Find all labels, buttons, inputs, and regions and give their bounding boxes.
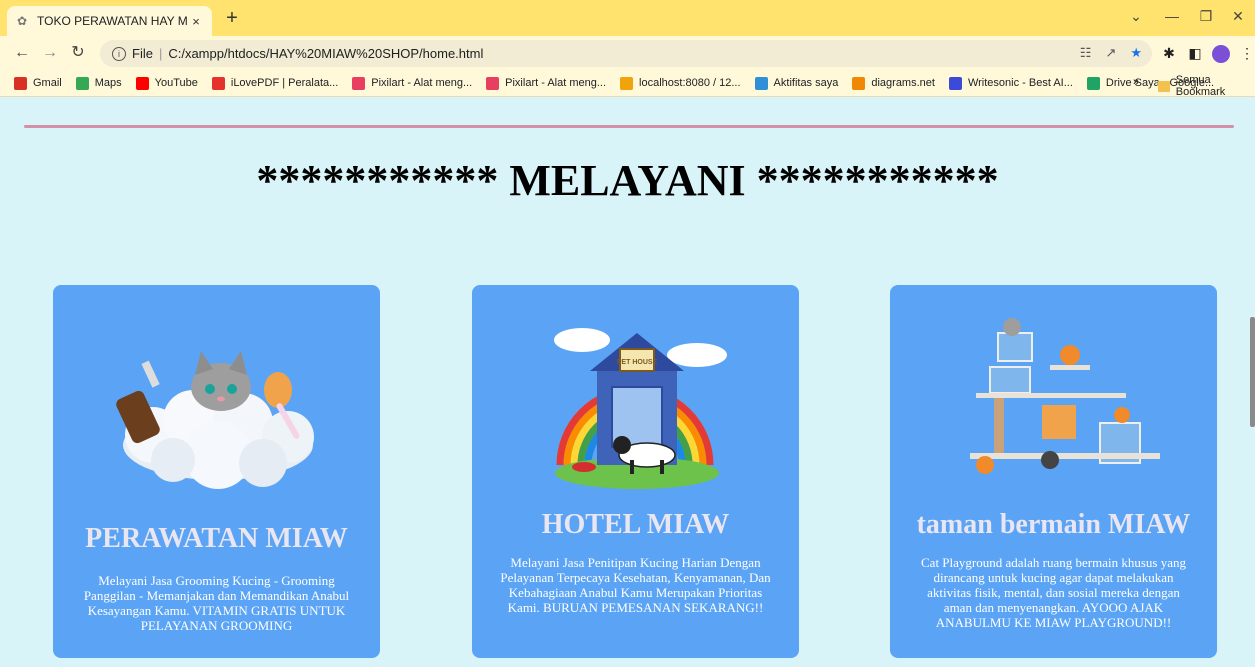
- browser-tab[interactable]: ✿ TOKO PERAWATAN HAY MIAW... ×: [7, 6, 212, 36]
- bookmark-item[interactable]: localhost:8080 / 12...: [620, 76, 741, 90]
- side-panel-icon[interactable]: ◧: [1186, 45, 1204, 62]
- back-arrow-icon[interactable]: ←: [12, 44, 32, 62]
- bookmark-item[interactable]: Aktifitas saya: [754, 76, 839, 90]
- bookmark-label: Maps: [94, 77, 122, 89]
- bookmark-favicon-icon: [620, 76, 634, 90]
- service-card-hotel: PET HOUSE HOTEL MIAW Melayani Jasa Penit…: [472, 285, 799, 658]
- url-text: C:/xampp/htdocs/HAY%20MIAW%20SHOP/home.h…: [168, 46, 484, 61]
- bookmark-label: Gmail: [33, 77, 62, 89]
- url-scheme: File: [132, 46, 153, 61]
- section-heading: *********** MELAYANI ***********: [256, 156, 999, 205]
- folder-icon: [1158, 80, 1170, 92]
- bookmark-favicon-icon: [14, 76, 27, 90]
- bookmark-favicon-icon: [852, 76, 866, 90]
- menu-kebab-icon[interactable]: ⋮: [1238, 45, 1255, 62]
- cat-tree-illustration: [970, 318, 1160, 474]
- bookmark-item[interactable]: YouTube: [135, 76, 198, 90]
- bookmark-item[interactable]: iLovePDF | Peralata...: [211, 76, 339, 90]
- card-description: Cat Playground adalah ruang bermain khus…: [921, 555, 1186, 630]
- bookmark-item[interactable]: diagrams.net: [852, 76, 935, 90]
- bookmark-favicon-icon: [754, 76, 768, 90]
- cat-favicon-icon: ✿: [16, 14, 28, 28]
- bookmark-item[interactable]: Gmail: [14, 76, 62, 90]
- card-description: Melayani Jasa Grooming Kucing - Grooming…: [83, 573, 350, 633]
- bookmark-label: Pixilart - Alat meng...: [371, 77, 473, 89]
- forward-arrow-icon[interactable]: →: [40, 44, 60, 62]
- bookmark-favicon-icon: [352, 76, 366, 90]
- kitten-icon: [191, 351, 251, 411]
- bookmark-label: Aktifitas saya: [773, 77, 839, 89]
- grooming-illustration: [116, 351, 314, 489]
- scrollbar-thumb[interactable]: [1250, 317, 1255, 427]
- bookmark-label: iLovePDF | Peralata...: [230, 77, 339, 89]
- card-title: taman bermain MIAW: [916, 509, 1191, 540]
- bookmark-favicon-icon: [211, 76, 225, 90]
- food-bowl-icon: [572, 462, 596, 472]
- card-title: HOTEL MIAW: [541, 509, 730, 540]
- chevron-down-icon[interactable]: ⌄: [1124, 8, 1148, 25]
- bookmark-favicon-icon: [135, 76, 149, 90]
- pet-house-sign: PET HOUSE: [617, 359, 658, 366]
- bookmarks-bar: Gmail Maps YouTube iLovePDF | Peralata... Pi…: [0, 70, 1255, 97]
- bookmark-item[interactable]: Pixilart - Alat meng...: [486, 76, 607, 90]
- bookmark-favicon-icon: [486, 76, 500, 90]
- reload-icon[interactable]: ↻: [68, 44, 88, 62]
- bookmark-item[interactable]: Writesonic - Best AI...: [948, 76, 1073, 90]
- bookmark-label: diagrams.net: [871, 77, 935, 89]
- omnibox-actions: ☷ ↗ ★: [1080, 45, 1142, 61]
- card-title: PERAWATAN MIAW: [85, 523, 348, 554]
- bookmark-item[interactable]: Maps: [75, 76, 122, 90]
- bookmark-item[interactable]: Pixilart - Alat meng...: [352, 76, 473, 90]
- profile-avatar[interactable]: [1212, 45, 1230, 63]
- bookmark-label: YouTube: [154, 77, 198, 89]
- divider-line: [24, 125, 1234, 128]
- bookmarks-overflow-button[interactable]: »: [1133, 76, 1139, 88]
- tab-title: TOKO PERAWATAN HAY MIAW...: [37, 14, 188, 28]
- info-icon[interactable]: i: [112, 46, 126, 61]
- card-description: Melayani Jasa Penitipan Kucing Harian De…: [500, 555, 771, 615]
- extensions-puzzle-icon[interactable]: ✱: [1160, 45, 1178, 62]
- bookmark-label: localhost:8080 / 12...: [639, 77, 741, 89]
- bookmark-favicon-icon: [1086, 76, 1100, 90]
- restore-icon[interactable]: ❐: [1194, 8, 1218, 25]
- browser-toolbar: ← → ↻ i File | C:/xampp/htdocs/HAY%20MIA…: [0, 36, 1255, 70]
- new-tab-button[interactable]: +: [220, 8, 244, 30]
- bookmark-favicon-icon: [948, 76, 962, 90]
- service-card-grooming: PERAWATAN MIAW Melayani Jasa Grooming Ku…: [53, 285, 380, 658]
- page-content: *********** MELAYANI *********** PERAWAT…: [0, 97, 1255, 667]
- tab-strip: ✿ TOKO PERAWATAN HAY MIAW... × + ⌄ — ❐ ✕: [0, 0, 1255, 36]
- url-separator: |: [158, 46, 163, 61]
- bookmark-star-icon[interactable]: ★: [1130, 45, 1142, 61]
- all-bookmarks-label: Semua Bookmark: [1175, 74, 1226, 98]
- minimize-icon[interactable]: —: [1160, 8, 1184, 24]
- bookmark-favicon-icon: [75, 76, 89, 90]
- tab-close-icon[interactable]: ×: [188, 14, 204, 29]
- share-icon[interactable]: ↗: [1105, 45, 1116, 61]
- service-card-playground: taman bermain MIAW Cat Playground adalah…: [890, 285, 1217, 658]
- address-bar[interactable]: i File | C:/xampp/htdocs/HAY%20MIAW%20SH…: [100, 40, 1152, 67]
- bookmark-label: Pixilart - Alat meng...: [505, 77, 607, 89]
- translate-icon[interactable]: ☷: [1080, 45, 1092, 61]
- pet-hotel-illustration: PET HOUSE: [554, 328, 727, 489]
- close-window-icon[interactable]: ✕: [1226, 8, 1250, 25]
- shampoo-bottle-icon: [116, 360, 160, 444]
- all-bookmarks-folder[interactable]: Semua Bookmark: [1158, 74, 1255, 98]
- bookmark-label: Writesonic - Best AI...: [967, 77, 1073, 89]
